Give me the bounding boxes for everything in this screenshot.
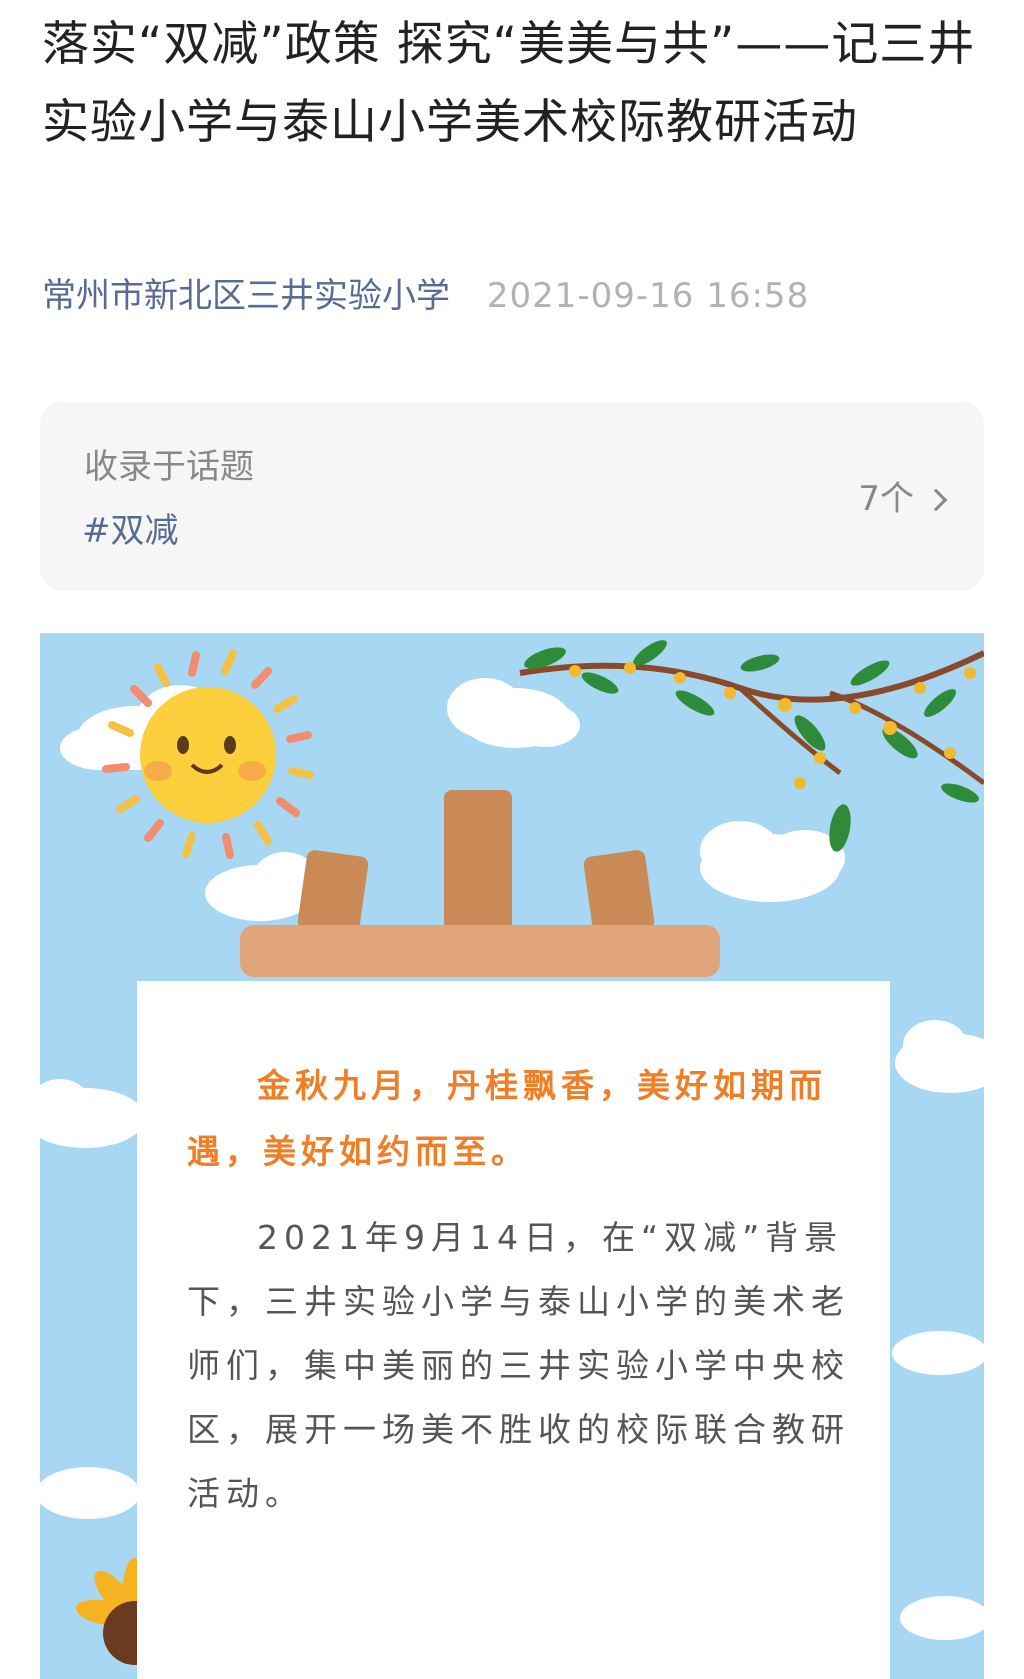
publish-date: 2021-09-16 16:58 xyxy=(486,276,810,316)
article-title: 落实“双减”政策 探究“美美与共”——记三井实验小学与泰山小学美术校际教研活动 xyxy=(42,17,976,150)
author-link[interactable]: 常州市新北区三井实验小学 xyxy=(42,276,450,316)
branch-icon xyxy=(519,640,984,852)
poster-paragraph: 2021年9月14日，在“双减”背景下，三井实验小学与泰山小学的美术老师们，集中… xyxy=(187,1218,850,1513)
poster-paper: 金秋九月，丹桂飘香，美好如期而遇，美好如约而至。 2021年9月14日，在“双减… xyxy=(137,981,890,1679)
article-poster-image: 金秋九月，丹桂飘香，美好如期而遇，美好如约而至。 2021年9月14日，在“双减… xyxy=(40,633,984,1679)
topic-card[interactable]: 收录于话题 #双减 7个 xyxy=(40,402,984,591)
article-meta: 常州市新北区三井实验小学 2021-09-16 16:58 xyxy=(42,270,809,322)
topic-count[interactable]: 7个 xyxy=(858,474,948,524)
topic-count-text: 7个 xyxy=(858,479,914,519)
easel-icon xyxy=(240,790,720,977)
topic-label: 收录于话题 xyxy=(84,447,254,487)
chevron-right-icon xyxy=(924,488,948,512)
poster-lead-text: 金秋九月，丹桂飘香，美好如期而遇，美好如约而至。 xyxy=(187,1066,827,1171)
topic-tag[interactable]: #双减 xyxy=(82,506,179,556)
